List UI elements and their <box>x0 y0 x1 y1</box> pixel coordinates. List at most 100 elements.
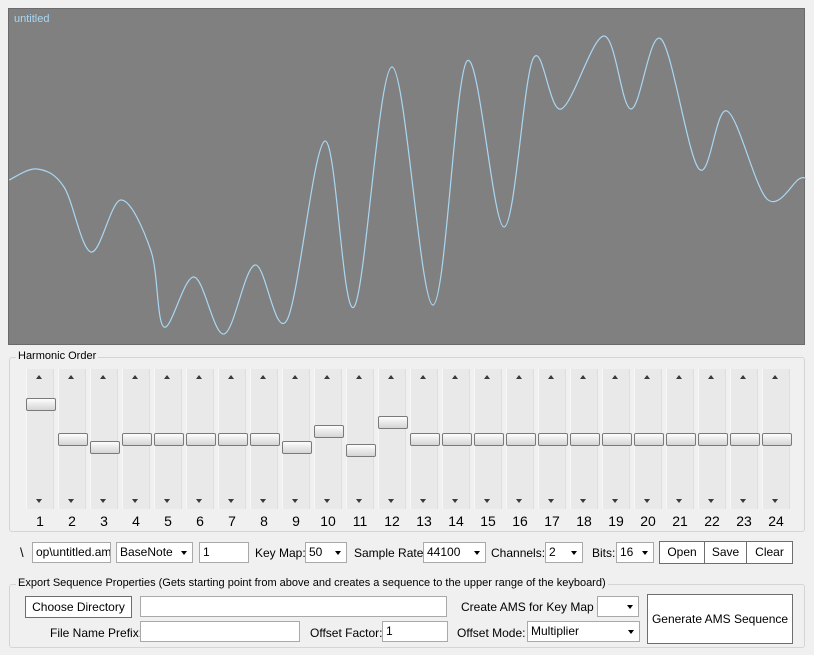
slider-thumb[interactable] <box>250 432 280 446</box>
choose-directory-button[interactable]: Choose Directory <box>25 596 132 618</box>
harmonic-slider-14[interactable] <box>442 369 472 509</box>
bits-value: 16 <box>620 545 634 559</box>
tick-up-icon <box>644 375 650 379</box>
channels-select[interactable]: 2 <box>545 542 583 563</box>
slider-thumb[interactable] <box>634 432 664 446</box>
harmonic-slider-16[interactable] <box>506 369 536 509</box>
slider-thumb[interactable] <box>122 432 152 446</box>
slider-thumb[interactable] <box>474 432 504 446</box>
harmonic-slider-5[interactable] <box>154 369 184 509</box>
harmonic-slider-3[interactable] <box>90 369 120 509</box>
harmonic-slider-11[interactable] <box>346 369 376 509</box>
harmonic-slider-23[interactable] <box>730 369 760 509</box>
tick-down-icon <box>228 499 234 503</box>
harmonic-label: 6 <box>196 513 204 529</box>
slider-thumb[interactable] <box>570 432 600 446</box>
file-path-field[interactable]: op\untitled.ams <box>32 542 111 563</box>
base-value-field[interactable]: 1 <box>199 542 249 563</box>
harmonic-slider-6[interactable] <box>186 369 216 509</box>
channels-value: 2 <box>549 545 556 559</box>
create-ams-label: Create AMS for Key Map + <box>461 600 605 614</box>
slider-thumb[interactable] <box>58 432 88 446</box>
tick-up-icon <box>484 375 490 379</box>
harmonic-slider-4[interactable] <box>122 369 152 509</box>
harmonic-slider-15[interactable] <box>474 369 504 509</box>
tick-down-icon <box>292 499 298 503</box>
tick-up-icon <box>260 375 266 379</box>
bits-select[interactable]: 16 <box>616 542 654 563</box>
slider-thumb[interactable] <box>538 432 568 446</box>
tick-up-icon <box>676 375 682 379</box>
base-note-select[interactable]: BaseNote <box>116 542 193 563</box>
harmonic-slider-18[interactable] <box>570 369 600 509</box>
tick-up-icon <box>516 375 522 379</box>
harmonic-label: 12 <box>384 513 400 529</box>
offset-factor-label: Offset Factor: <box>310 626 383 640</box>
harmonic-slider-10[interactable] <box>314 369 344 509</box>
create-ams-select[interactable] <box>597 596 639 617</box>
slider-thumb[interactable] <box>26 398 56 412</box>
tick-down-icon <box>708 499 714 503</box>
offset-mode-select[interactable]: Multiplier <box>527 621 640 642</box>
bits-label: Bits: <box>592 546 616 560</box>
offset-mode-label: Offset Mode: <box>457 626 526 640</box>
harmonic-label: 1 <box>36 513 44 529</box>
waveform-canvas <box>9 35 806 335</box>
tick-up-icon <box>100 375 106 379</box>
offset-mode-value: Multiplier <box>531 624 580 638</box>
file-name-prefix-field[interactable] <box>140 621 300 642</box>
tick-down-icon <box>36 499 42 503</box>
slider-thumb[interactable] <box>506 432 536 446</box>
save-button[interactable]: Save <box>704 541 747 564</box>
slider-thumb[interactable] <box>762 432 792 446</box>
slider-thumb[interactable] <box>410 432 440 446</box>
slider-thumb[interactable] <box>378 416 408 430</box>
clear-button[interactable]: Clear <box>746 541 793 564</box>
slider-thumb[interactable] <box>154 432 184 446</box>
slider-thumb[interactable] <box>698 432 728 446</box>
harmonic-slider-9[interactable] <box>282 369 312 509</box>
harmonic-slider-20[interactable] <box>634 369 664 509</box>
harmonic-slider-19[interactable] <box>602 369 632 509</box>
slider-thumb[interactable] <box>442 432 472 446</box>
tick-up-icon <box>772 375 778 379</box>
directory-field[interactable] <box>140 596 447 617</box>
tick-up-icon <box>324 375 330 379</box>
harmonic-label: 21 <box>672 513 688 529</box>
open-button[interactable]: Open <box>659 541 705 564</box>
tick-down-icon <box>420 499 426 503</box>
tick-up-icon <box>740 375 746 379</box>
slider-thumb[interactable] <box>218 432 248 446</box>
slider-thumb[interactable] <box>666 432 696 446</box>
harmonic-slider-8[interactable] <box>250 369 280 509</box>
key-map-select[interactable]: 50 <box>305 542 347 563</box>
tick-down-icon <box>100 499 106 503</box>
harmonic-slider-21[interactable] <box>666 369 696 509</box>
chevron-down-icon <box>571 551 577 555</box>
offset-factor-field[interactable]: 1 <box>382 621 448 642</box>
slider-thumb[interactable] <box>282 441 312 455</box>
harmonic-label: 13 <box>416 513 432 529</box>
harmonic-slider-12[interactable] <box>378 369 408 509</box>
harmonic-label: 17 <box>544 513 560 529</box>
sample-rate-select[interactable]: 44100 <box>423 542 486 563</box>
harmonic-slider-1[interactable] <box>26 369 56 509</box>
slider-thumb[interactable] <box>346 444 376 458</box>
slider-thumb[interactable] <box>730 432 760 446</box>
harmonic-slider-2[interactable] <box>58 369 88 509</box>
harmonic-slider-24[interactable] <box>762 369 792 509</box>
tick-down-icon <box>644 499 650 503</box>
chevron-down-icon <box>181 551 187 555</box>
slider-thumb[interactable] <box>314 425 344 438</box>
slider-thumb[interactable] <box>602 432 632 446</box>
harmonic-slider-7[interactable] <box>218 369 248 509</box>
chevron-down-icon <box>642 551 648 555</box>
slider-thumb[interactable] <box>186 432 216 446</box>
harmonic-slider-13[interactable] <box>410 369 440 509</box>
tick-down-icon <box>676 499 682 503</box>
slider-thumb[interactable] <box>90 441 120 455</box>
tick-down-icon <box>516 499 522 503</box>
harmonic-slider-22[interactable] <box>698 369 728 509</box>
harmonic-slider-17[interactable] <box>538 369 568 509</box>
generate-ams-sequence-button[interactable]: Generate AMS Sequence <box>647 594 793 644</box>
